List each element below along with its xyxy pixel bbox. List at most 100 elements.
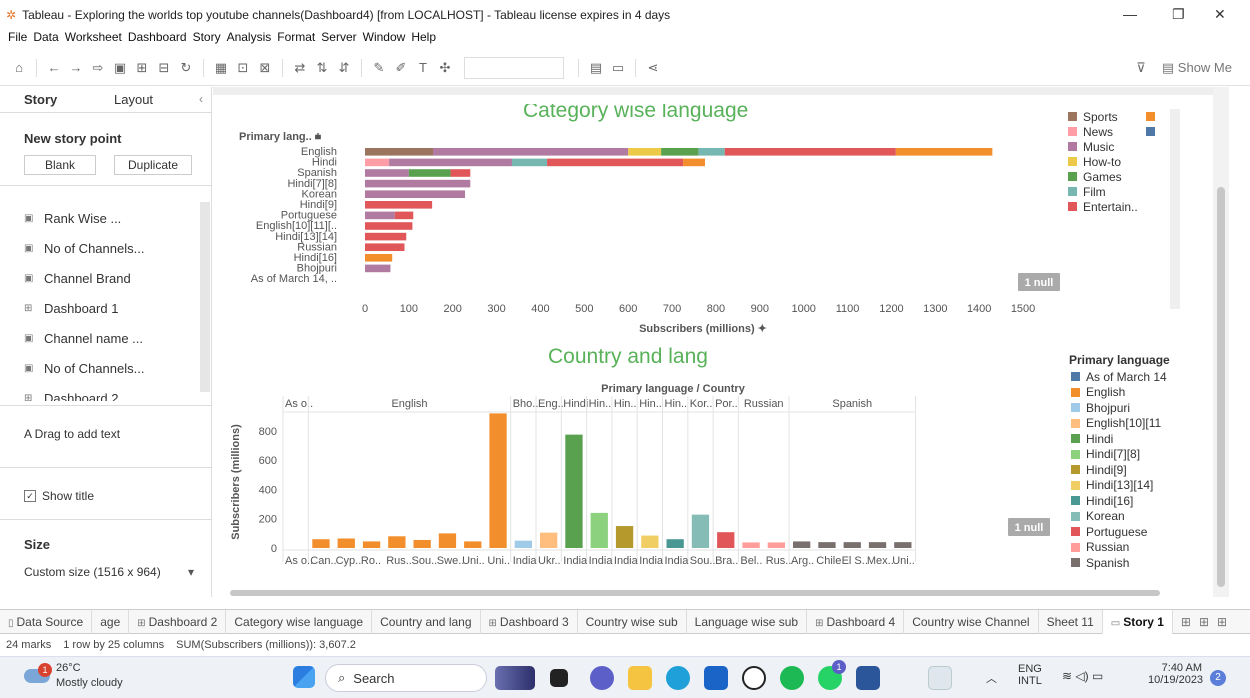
chart2-legend-item[interactable]: Bhojpuri bbox=[1071, 400, 1167, 416]
new-dashboard-icon[interactable]: ⊞ bbox=[1199, 615, 1209, 629]
chart2-bar[interactable] bbox=[438, 533, 457, 548]
label-icon[interactable]: T bbox=[412, 60, 434, 75]
sheet-list-scrollbar[interactable] bbox=[200, 202, 210, 392]
chart1-bar-segment[interactable] bbox=[895, 148, 993, 156]
word-icon[interactable] bbox=[856, 666, 880, 690]
chart2-country-label[interactable]: Bra.. bbox=[715, 555, 738, 567]
chart1-bar-segment[interactable] bbox=[365, 158, 390, 167]
wifi-volume-battery-icon[interactable]: ≋ ◁) ▭ bbox=[1062, 669, 1103, 683]
menu-story[interactable]: Story bbox=[193, 30, 221, 48]
chart2-bar[interactable] bbox=[540, 532, 558, 548]
chart1-legend-item[interactable]: News bbox=[1068, 124, 1138, 139]
chart2-bar[interactable] bbox=[590, 512, 608, 548]
highlight-icon[interactable]: ✎ bbox=[368, 60, 390, 76]
blank-button[interactable]: Blank bbox=[24, 155, 96, 175]
chart2-bar[interactable] bbox=[818, 542, 836, 548]
chart2-legend-item[interactable]: Hindi[9] bbox=[1071, 462, 1167, 478]
chart2-group-label[interactable]: Hin.. bbox=[614, 398, 637, 410]
chart2-country-label[interactable]: India bbox=[563, 555, 588, 567]
dell-icon[interactable] bbox=[742, 666, 766, 690]
widgets-icon[interactable] bbox=[495, 666, 535, 690]
sheet-tab[interactable]: Language wise sub bbox=[687, 609, 808, 634]
sheet-tab[interactable]: ⊞ Dashboard 2 bbox=[129, 609, 227, 634]
chart2-bar[interactable] bbox=[615, 526, 634, 548]
chart1-bar-segment[interactable] bbox=[661, 148, 699, 156]
menu-analysis[interactable]: Analysis bbox=[227, 30, 272, 48]
save-icon[interactable]: ▣ bbox=[109, 60, 131, 76]
chart2-legend-item[interactable]: As of March 14 bbox=[1071, 369, 1167, 385]
chart2-country-label[interactable]: Sou.. bbox=[412, 555, 438, 567]
chart1-bar-segment[interactable] bbox=[365, 254, 393, 262]
chart1-bar-segment[interactable] bbox=[365, 222, 413, 230]
task-view-icon[interactable] bbox=[550, 669, 568, 687]
weather-widget[interactable]: 1 bbox=[24, 663, 52, 687]
chart2-bar[interactable] bbox=[894, 542, 912, 548]
chart2-country-label[interactable]: El S.. bbox=[842, 555, 868, 567]
pin-icon[interactable]: ✣ bbox=[434, 60, 456, 76]
chart2-bar[interactable] bbox=[843, 542, 861, 548]
edge-icon[interactable] bbox=[666, 666, 690, 690]
chart2-group-label[interactable]: Spanish bbox=[832, 398, 872, 410]
chart2-country-label[interactable]: India bbox=[639, 555, 664, 567]
chart2-bar[interactable] bbox=[312, 539, 330, 548]
size-dropdown[interactable]: Custom size (1516 x 964) ▾ bbox=[24, 565, 194, 579]
cards-icon[interactable]: ▤ bbox=[585, 60, 607, 76]
group-icon[interactable]: ⊡ bbox=[232, 60, 254, 76]
share-icon[interactable]: ⋖ bbox=[642, 60, 664, 76]
chart2-group-label[interactable]: Hin.. bbox=[589, 398, 612, 410]
chart2-legend-item[interactable]: Portuguese bbox=[1071, 524, 1167, 540]
chart2-legend-item[interactable]: Russian bbox=[1071, 540, 1167, 556]
chart2-bar[interactable] bbox=[565, 434, 583, 548]
new-story-icon[interactable]: ⊞ bbox=[1217, 615, 1227, 629]
chart2-country-label[interactable]: India bbox=[614, 555, 639, 567]
close-button[interactable]: ✕ bbox=[1214, 6, 1226, 23]
show-title-toggle[interactable]: ✓ Show title bbox=[24, 489, 94, 503]
notification-badge[interactable]: 2 bbox=[1210, 670, 1226, 686]
chart2-bar[interactable] bbox=[514, 540, 532, 548]
chart1-row-header[interactable]: Primary lang.. ⩧ bbox=[239, 131, 322, 143]
sheet-tab[interactable]: ▭ Story 1 bbox=[1102, 609, 1173, 634]
tableau-taskbar-icon[interactable] bbox=[928, 666, 952, 690]
duplicate-button[interactable]: Duplicate bbox=[114, 155, 192, 175]
sheet-tab[interactable]: ⊞ Dashboard 3 bbox=[481, 609, 578, 634]
chart2-country-label[interactable]: Arg.. bbox=[791, 555, 814, 567]
new-sheet-icon[interactable]: ⊞ bbox=[131, 60, 153, 76]
chart1-bar-segment[interactable] bbox=[450, 169, 471, 177]
chart2-bar[interactable] bbox=[666, 539, 684, 548]
story-sheet-item[interactable]: ⊞ Dashboard 1 bbox=[24, 301, 118, 316]
chart2-bar[interactable] bbox=[717, 532, 735, 548]
sort-asc-icon[interactable]: ⇅ bbox=[311, 60, 333, 76]
chart2-bar[interactable] bbox=[793, 541, 811, 548]
chart2-legend-item[interactable]: Hindi[7][8] bbox=[1071, 447, 1167, 463]
annotate-icon[interactable]: ✐ bbox=[390, 60, 412, 76]
chart1-legend-item[interactable]: Sports bbox=[1068, 109, 1138, 124]
chart1-bar-segment[interactable] bbox=[433, 148, 629, 156]
swap-icon[interactable]: ⇄ bbox=[289, 60, 311, 76]
chart2-group-label[interactable]: Eng.. bbox=[538, 398, 564, 410]
chart2-legend-item[interactable]: English[10][11 bbox=[1071, 416, 1167, 432]
chart1-bar-segment[interactable] bbox=[698, 148, 725, 156]
menu-help[interactable]: Help bbox=[411, 30, 436, 48]
chart2-country-label[interactable]: Chile bbox=[816, 555, 841, 567]
chart1-legend-item[interactable]: How-to bbox=[1068, 154, 1138, 169]
chart1-bar-segment[interactable] bbox=[365, 148, 433, 156]
chart1-legend-item[interactable]: Games bbox=[1068, 169, 1138, 184]
sheet-tab[interactable]: Sheet 11 bbox=[1039, 609, 1103, 634]
chart2-legend-item[interactable]: Hindi[16] bbox=[1071, 493, 1167, 509]
show-me-button[interactable]: ▤ Show Me bbox=[1162, 60, 1232, 76]
chat-icon[interactable] bbox=[590, 666, 614, 690]
chart2-group-label[interactable]: Kor.. bbox=[690, 398, 713, 410]
chart2-bar[interactable] bbox=[691, 514, 710, 548]
chart1-legend-item[interactable]: Film bbox=[1068, 184, 1138, 199]
chart1-legend-item[interactable]: Entertain.. bbox=[1068, 199, 1138, 214]
sheet-tab[interactable]: Country wise sub bbox=[578, 609, 687, 634]
chart2-group-label[interactable]: Russian bbox=[744, 398, 784, 410]
filter-icon[interactable]: ⊽ bbox=[1130, 60, 1152, 76]
chart2-bar[interactable] bbox=[742, 542, 760, 548]
chart1-bar-segment[interactable] bbox=[365, 169, 409, 177]
chart2-bar[interactable] bbox=[388, 536, 406, 548]
chart1-legend-item[interactable]: E bbox=[1146, 109, 1160, 124]
chart1-bar-segment[interactable] bbox=[628, 148, 662, 156]
chart1-bar-segment[interactable] bbox=[365, 243, 405, 251]
chart2-country-label[interactable]: Ro.. bbox=[361, 555, 381, 567]
